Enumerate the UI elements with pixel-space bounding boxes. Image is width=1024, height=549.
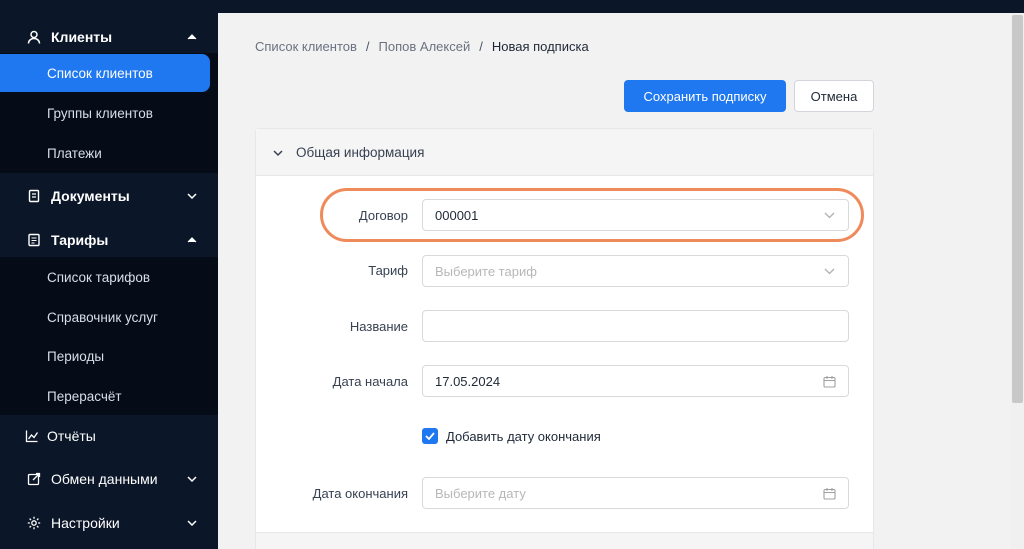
chevron-up-icon — [186, 234, 198, 246]
name-label: Название — [349, 319, 408, 334]
sidebar-group-label: Обмен данными — [51, 471, 158, 487]
chevron-down-icon — [822, 208, 836, 222]
sidebar-item-label: Периоды — [47, 348, 105, 364]
tariffs-submenu: Список тарифов Справочник услуг Периоды … — [0, 257, 218, 415]
end-date-picker[interactable]: Выберите дату — [422, 477, 849, 509]
sidebar-group-label: Клиенты — [51, 29, 113, 45]
contract-select[interactable]: 000001 — [422, 199, 849, 231]
chevron-down-icon — [822, 264, 836, 278]
start-date-picker[interactable]: 17.05.2024 — [422, 365, 849, 397]
tariff-placeholder: Выберите тариф — [435, 263, 537, 279]
sidebar-item-label: Справочник услуг — [47, 309, 158, 325]
chevron-down-icon — [272, 147, 284, 159]
chevron-up-icon — [186, 31, 198, 43]
cancel-button[interactable]: Отмена — [794, 80, 874, 112]
contract-value: 000001 — [435, 207, 479, 223]
contract-label: Договор — [358, 208, 408, 223]
chevron-down-icon — [186, 517, 198, 529]
document-icon — [26, 188, 42, 204]
check-icon — [425, 432, 435, 440]
add-end-date-label: Добавить дату окончания — [446, 428, 601, 444]
tariff-label: Тариф — [368, 263, 408, 278]
sidebar-item-client-list[interactable]: Список клиентов — [0, 54, 210, 92]
sidebar-group-label: Отчёты — [47, 428, 96, 444]
sidebar-group-reports[interactable]: Отчёты — [0, 414, 218, 458]
calendar-icon — [822, 374, 836, 388]
sidebar-item-services[interactable]: Справочник услуг — [0, 297, 218, 337]
scrollbar-thumb[interactable] — [1012, 15, 1023, 403]
sidebar-group-settings[interactable]: Настройки — [0, 501, 218, 545]
sidebar-item-payments[interactable]: Платежи — [0, 133, 218, 173]
exchange-icon — [26, 471, 42, 487]
tariff-icon — [26, 232, 42, 248]
breadcrumb-separator: / — [479, 39, 483, 54]
sidebar-group-label: Настройки — [51, 515, 120, 531]
sidebar-group-documents[interactable]: Документы — [0, 174, 218, 218]
chevron-down-icon — [186, 473, 198, 485]
end-date-label: Дата окончания — [312, 486, 408, 501]
sidebar-group-label: Документы — [51, 188, 130, 204]
sidebar-item-periods[interactable]: Периоды — [0, 336, 218, 376]
sidebar-item-client-groups[interactable]: Группы клиентов — [0, 93, 218, 133]
sidebar-item-recalculation[interactable]: Перерасчёт — [0, 376, 218, 416]
end-date-placeholder: Выберите дату — [435, 485, 526, 501]
panel-header[interactable]: Общая информация — [256, 129, 873, 176]
clients-submenu: Список клиентов Группы клиентов Платежи — [0, 53, 218, 173]
save-subscription-button[interactable]: Сохранить подписку — [624, 80, 786, 112]
breadcrumb-separator: / — [365, 39, 370, 54]
add-end-date-checkbox-row[interactable]: Добавить дату окончания — [422, 428, 601, 444]
top-bar — [218, 0, 1024, 13]
breadcrumb-item-client-list[interactable]: Список клиентов — [255, 39, 357, 54]
breadcrumb-current: Новая подписка — [491, 39, 589, 54]
name-input[interactable] — [422, 310, 849, 342]
scrollbar[interactable] — [1011, 13, 1024, 549]
tariff-select[interactable]: Выберите тариф — [422, 255, 849, 287]
sidebar-item-label: Платежи — [47, 145, 102, 161]
breadcrumb: Список клиентов / Попов Алексей / Новая … — [255, 39, 589, 54]
gear-icon — [26, 515, 42, 531]
sidebar: Клиенты Список клиентов Группы клиентов … — [0, 0, 218, 549]
start-date-label: Дата начала — [332, 374, 408, 389]
breadcrumb-item-client[interactable]: Попов Алексей — [379, 39, 471, 54]
panel-title: Общая информация — [296, 145, 425, 160]
add-end-date-checkbox[interactable] — [422, 428, 438, 444]
chart-icon — [24, 428, 40, 444]
panel-footer — [256, 532, 873, 549]
sidebar-group-tariffs[interactable]: Тарифы — [0, 218, 218, 262]
sidebar-item-label: Группы клиентов — [47, 105, 153, 121]
sidebar-group-label: Тарифы — [51, 232, 109, 248]
calendar-icon — [822, 486, 836, 500]
sidebar-group-data-exchange[interactable]: Обмен данными — [0, 457, 218, 501]
user-icon — [26, 29, 42, 45]
sidebar-item-label: Список клиентов — [47, 65, 153, 81]
sidebar-item-tariff-list[interactable]: Список тарифов — [0, 257, 218, 297]
sidebar-item-label: Список тарифов — [47, 269, 151, 285]
start-date-value: 17.05.2024 — [435, 373, 501, 389]
sidebar-item-label: Перерасчёт — [47, 388, 122, 404]
chevron-down-icon — [186, 190, 198, 202]
